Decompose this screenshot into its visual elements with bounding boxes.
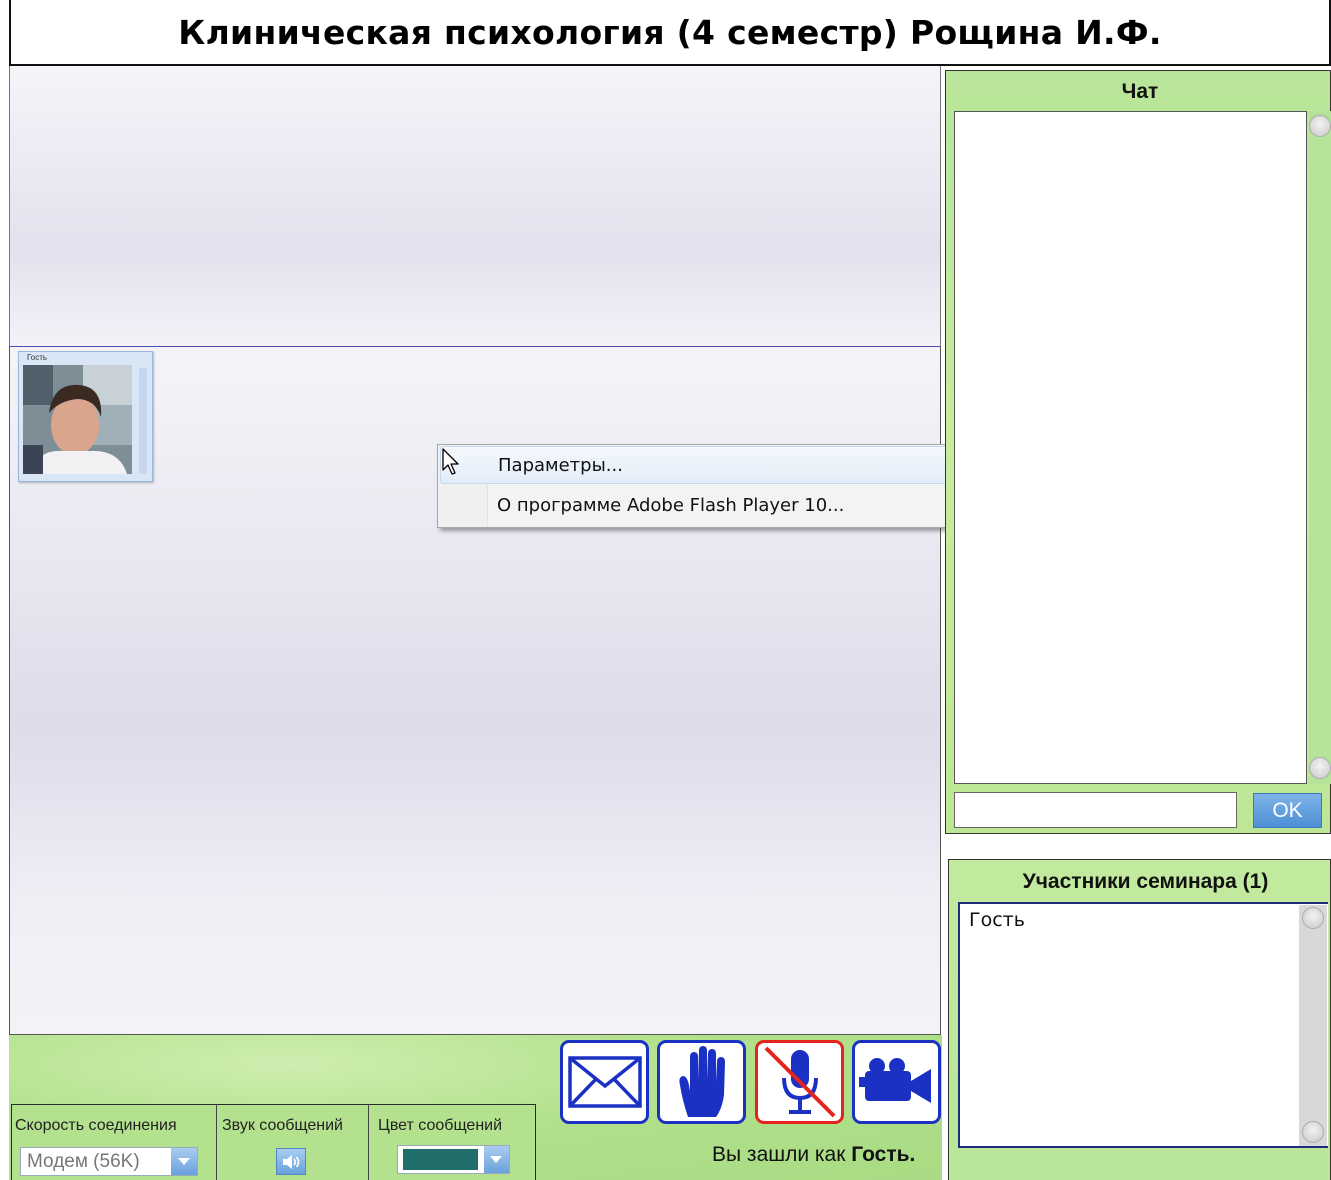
chat-title: Чат [1121,80,1159,103]
login-status-user: Гость. [851,1143,916,1166]
webcam-scrollbar[interactable] [139,368,147,474]
participants-title: Участники семинара (1) [1022,870,1269,893]
page-title: Клиническая психология (4 семестр) Рощин… [178,12,1162,52]
login-status-prefix: Вы зашли как [712,1143,852,1166]
webcam-video [23,365,132,474]
chat-scrollbar[interactable] [1309,111,1331,784]
color-label: Цвет сообщений [378,1117,503,1134]
message-color-swatch [403,1149,478,1170]
mouse-cursor-icon [442,448,462,481]
context-menu-item-about[interactable]: О программе Adobe Flash Player 10... [440,486,948,524]
chevron-down-icon[interactable] [483,1146,509,1173]
connection-speed-value: Модем (56K) [27,1151,140,1172]
login-status: Вы зашли как Гость. [712,1143,915,1167]
page-title-bar: Клиническая психология (4 семестр) Рощин… [9,0,1331,66]
context-menu-item-settings[interactable]: Параметры... [440,446,948,484]
participants-scroll-up-button[interactable] [1302,907,1324,929]
connection-speed-select[interactable]: Модем (56K) [20,1147,198,1176]
send-message-button[interactable] [560,1040,649,1124]
chat-scroll-down-button[interactable] [1309,757,1331,779]
participants-scroll-down-button[interactable] [1302,1121,1324,1143]
webcam-user-label: Гость [27,353,48,362]
envelope-icon [567,1056,642,1108]
chat-input[interactable] [954,792,1237,828]
sound-toggle-button[interactable] [276,1148,306,1175]
message-color-select[interactable] [397,1145,510,1174]
chat-send-button[interactable]: OK [1253,793,1322,828]
chat-scroll-up-button[interactable] [1309,115,1331,137]
participants-scrollbar[interactable] [1299,905,1327,1146]
settings-divider [216,1104,217,1180]
presentation-pane [9,66,941,347]
sound-label: Звук сообщений [222,1117,343,1134]
speed-label: Скорость соединения [15,1117,177,1134]
participant-item[interactable]: Гость [969,909,1025,931]
video-camera-icon [858,1058,931,1103]
chevron-down-icon[interactable] [171,1148,197,1175]
speaker-icon [283,1154,300,1169]
microphone-muted-icon [764,1046,835,1118]
chat-messages-area[interactable] [954,111,1307,784]
raise-hand-icon [678,1046,725,1117]
settings-divider [368,1104,369,1180]
microphone-button[interactable] [755,1040,844,1124]
raise-hand-button[interactable] [657,1040,746,1124]
participants-list[interactable] [958,902,1328,1148]
camera-button[interactable] [852,1040,941,1124]
